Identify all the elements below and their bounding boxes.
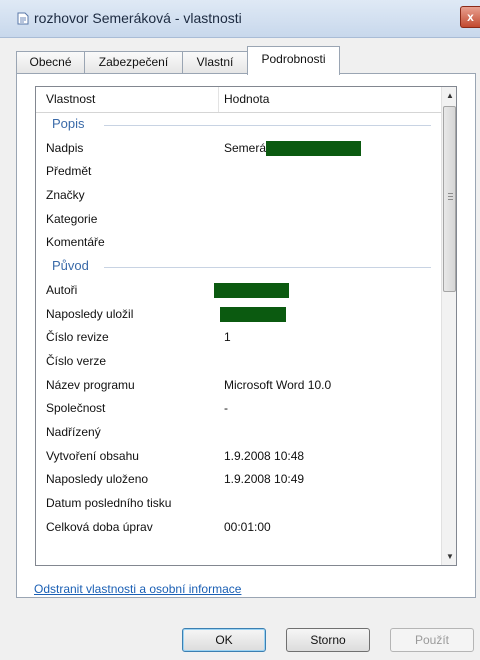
grip-line — [448, 196, 453, 197]
property-row[interactable]: Nadpis Semerá — [36, 137, 441, 161]
redaction-block — [220, 306, 286, 322]
property-value[interactable]: 1.9.2008 10:49 — [224, 472, 304, 486]
property-value[interactable]: Microsoft Word 10.0 — [224, 378, 331, 392]
property-name: Naposledy uloženo — [46, 472, 149, 487]
property-name: Komentáře — [46, 235, 105, 250]
properties-list[interactable]: Vlastnost Hodnota Popis Nadpis Semerá Předm… — [35, 86, 457, 566]
property-row[interactable]: Název programu Microsoft Word 10.0 — [36, 374, 441, 398]
remove-properties-link[interactable]: Odstranit vlastnosti a osobní informace — [34, 582, 241, 596]
property-value[interactable] — [220, 306, 286, 322]
property-name: Název programu — [46, 377, 135, 392]
properties-dialog: Obecné Zabezpečení Vlastní Podrobnosti V… — [0, 38, 480, 660]
property-value[interactable]: 1.9.2008 10:48 — [224, 449, 304, 463]
group-divider — [104, 267, 431, 269]
group-divider — [104, 125, 431, 126]
property-row[interactable]: Naposledy uloženo 1.9.2008 10:49 — [36, 468, 441, 492]
property-name: Nadpis — [46, 140, 84, 155]
grip-line — [448, 193, 453, 194]
property-value[interactable]: 1 — [224, 330, 231, 344]
property-value-text: 1.9.2008 10:49 — [224, 472, 305, 487]
group-label: Popis — [52, 116, 85, 131]
property-value[interactable]: - — [224, 401, 228, 415]
property-name: Kategorie — [46, 211, 98, 226]
redaction-block — [214, 283, 289, 299]
property-value-text: Semerá — [224, 140, 267, 155]
close-icon: x — [467, 10, 474, 24]
ok-button[interactable]: OK — [182, 628, 266, 652]
property-row[interactable]: Nadřízený — [36, 421, 441, 445]
column-header-property[interactable]: Vlastnost — [46, 92, 95, 106]
property-row[interactable]: Předmět — [36, 160, 441, 184]
property-name: Značky — [46, 188, 85, 203]
button-bar: OK Storno Použít — [0, 620, 480, 660]
details-panel: Vlastnost Hodnota Popis Nadpis Semerá Předm… — [16, 73, 476, 598]
group-label: Původ — [52, 258, 89, 274]
document-properties-icon — [17, 12, 29, 25]
property-name: Autoři — [46, 282, 78, 297]
redaction-block — [266, 141, 362, 157]
apply-button[interactable]: Použít — [390, 628, 474, 652]
property-value-text: Microsoft Word 10.0 — [224, 377, 332, 392]
property-value-text: 1.9.2008 10:48 — [224, 448, 305, 463]
property-row[interactable]: Autoři — [36, 279, 441, 303]
property-row[interactable]: Komentáře — [36, 231, 441, 255]
property-name: Nadřízený — [46, 424, 101, 439]
vertical-scrollbar[interactable]: ▲ ▼ — [441, 87, 456, 565]
property-value[interactable]: 00:01:00 — [224, 520, 271, 534]
scroll-down-icon[interactable]: ▼ — [442, 548, 456, 565]
column-header-value[interactable]: Hodnota — [224, 92, 269, 106]
tab-custom[interactable]: Vlastní — [182, 51, 248, 73]
scroll-up-icon[interactable]: ▲ — [442, 87, 456, 104]
title-bar[interactable]: rozhovor Semeráková - vlastnosti x — [0, 0, 480, 38]
tab-security[interactable]: Zabezpečení — [84, 51, 183, 73]
property-row[interactable]: Kategorie — [36, 208, 441, 232]
property-value[interactable] — [214, 283, 289, 299]
property-name: Vytvoření obsahu — [46, 448, 139, 463]
property-row[interactable]: Číslo revize 1 — [36, 326, 441, 350]
property-row[interactable]: Datum posledního tisku — [36, 492, 441, 516]
window-title: rozhovor Semeráková - vlastnosti — [34, 10, 242, 26]
property-row[interactable]: Společnost - — [36, 397, 441, 421]
property-name: Společnost — [46, 401, 106, 416]
group-header: Popis — [36, 113, 441, 137]
list-rows: Popis Nadpis Semerá Předmět Značky Kategorie K… — [36, 113, 441, 539]
property-value[interactable]: Semerá — [224, 140, 362, 157]
property-row[interactable]: Naposledy uložil — [36, 303, 441, 327]
tab-general[interactable]: Obecné — [16, 51, 85, 73]
property-value-text: 00:01:00 — [224, 519, 271, 534]
property-row[interactable]: Značky — [36, 184, 441, 208]
property-name: Předmět — [46, 164, 92, 179]
property-row[interactable]: Vytvoření obsahu 1.9.2008 10:48 — [36, 445, 441, 469]
property-name: Datum posledního tisku — [46, 496, 172, 510]
grip-line — [448, 199, 453, 200]
scrollbar-thumb[interactable] — [443, 106, 456, 292]
property-value-text: 1 — [224, 330, 231, 345]
group-header: Původ — [36, 255, 441, 279]
property-name: Číslo revize — [46, 330, 109, 345]
close-button[interactable]: x — [460, 6, 480, 28]
property-name: Celková doba úprav — [46, 519, 153, 534]
property-name: Naposledy uložil — [46, 306, 134, 321]
cancel-button[interactable]: Storno — [286, 628, 370, 652]
tab-details[interactable]: Podrobnosti — [247, 46, 340, 75]
property-row[interactable]: Číslo verze — [36, 350, 441, 374]
column-divider[interactable] — [218, 87, 219, 112]
property-row[interactable]: Celková doba úprav 00:01:00 — [36, 516, 441, 540]
property-name: Číslo verze — [46, 353, 107, 368]
property-value-text: - — [224, 401, 228, 416]
list-header: Vlastnost Hodnota — [36, 87, 441, 113]
